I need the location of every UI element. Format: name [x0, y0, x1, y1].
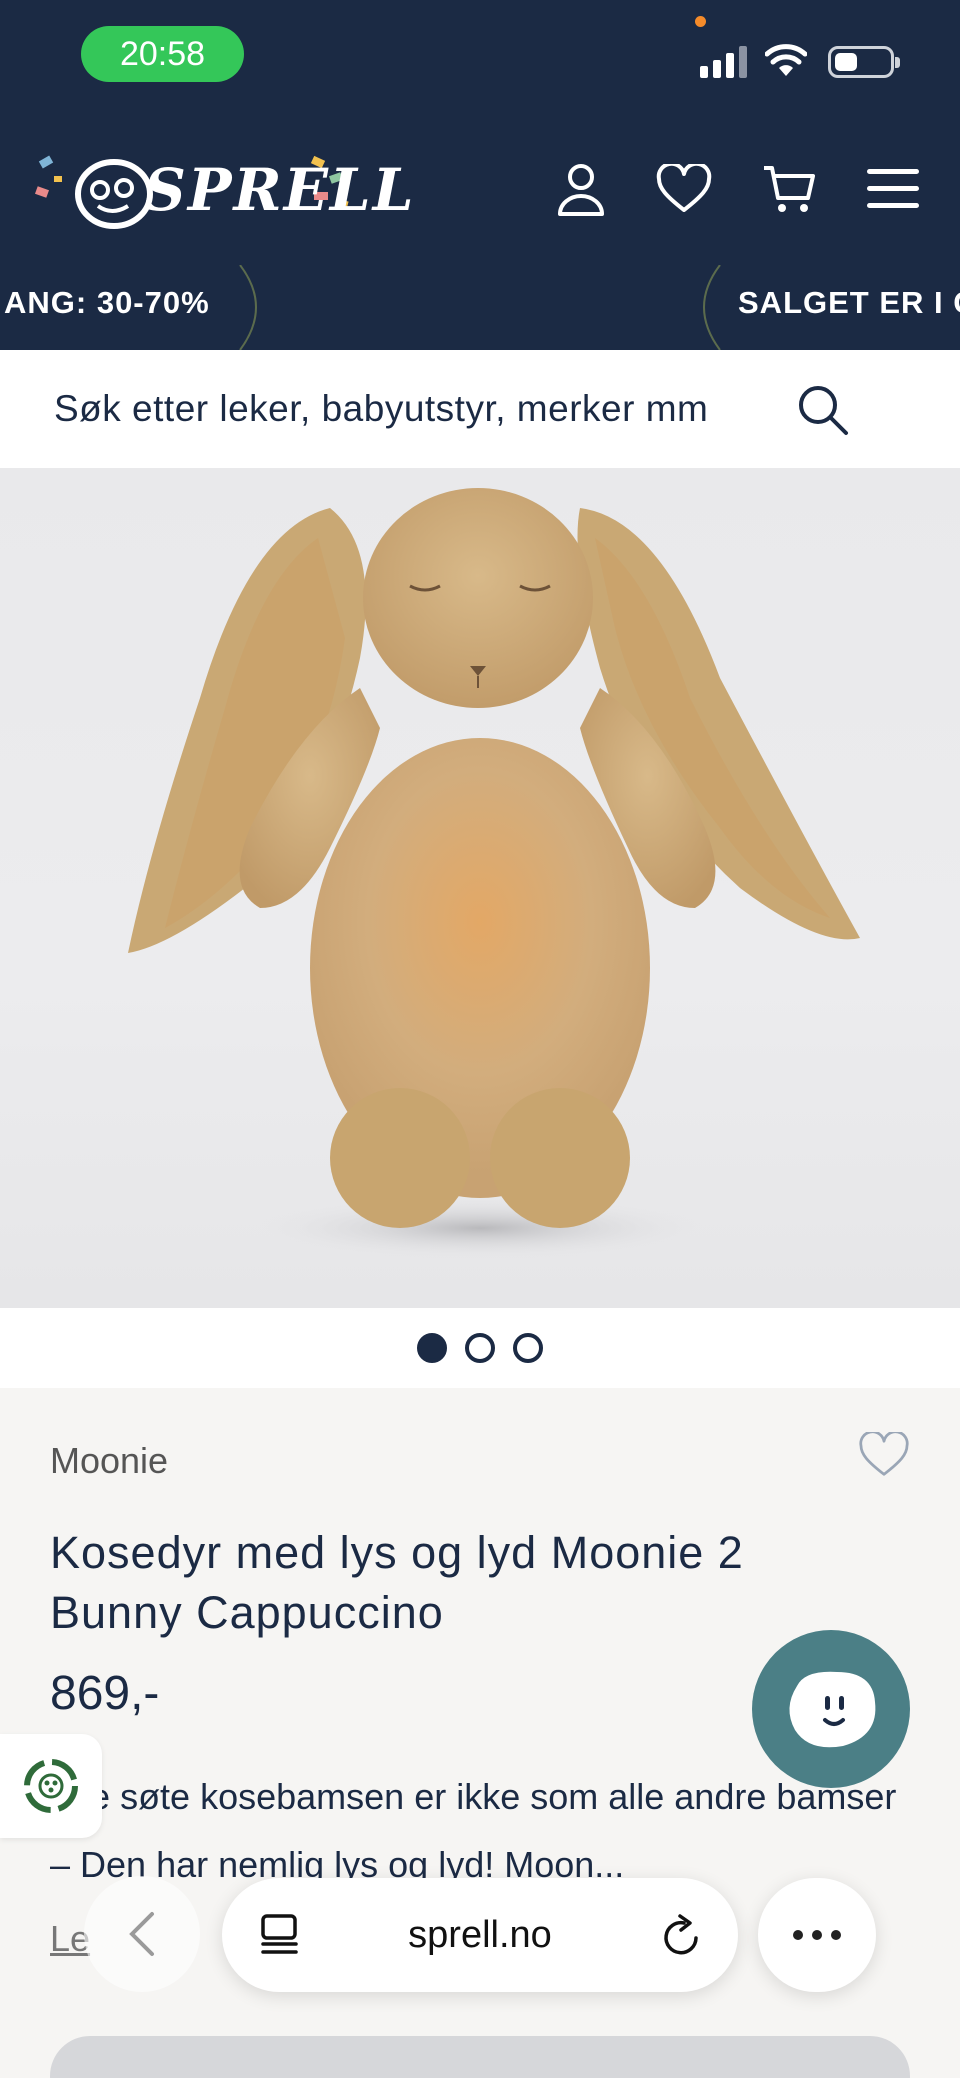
chat-widget-button[interactable]	[752, 1630, 910, 1788]
more-dot	[831, 1930, 841, 1940]
wifi-icon	[765, 44, 807, 76]
product-brand[interactable]: Moonie	[50, 1440, 168, 1482]
browser-address-bar[interactable]: sprell.no	[222, 1878, 738, 1992]
search-icon[interactable]	[796, 383, 850, 437]
browser-back-button[interactable]	[84, 1876, 200, 1992]
search-input[interactable]: Søk etter leker, babyutstyr, merker mm	[54, 388, 708, 430]
add-to-cart-button-partial[interactable]	[50, 2036, 910, 2078]
eco-badge-icon[interactable]	[0, 1734, 102, 1838]
browser-more-button[interactable]	[758, 1878, 876, 1992]
product-photo-bunny	[128, 488, 860, 1260]
chat-face-icon	[789, 1671, 876, 1748]
more-dot	[793, 1930, 803, 1940]
status-time: 20:58	[81, 26, 244, 82]
sprell-logo[interactable]: SPRELL	[34, 148, 413, 236]
product-image-carousel[interactable]	[0, 468, 960, 1308]
privacy-indicator-dot	[695, 16, 706, 27]
battery-icon	[828, 46, 900, 78]
site-header: 20:58 SPRELL ANG: 30-70% SALGET ER I G	[0, 0, 960, 350]
cart-icon[interactable]	[760, 160, 818, 218]
carousel-dot-1[interactable]	[417, 1333, 447, 1363]
wishlist-heart-icon[interactable]	[655, 160, 713, 218]
carousel-dot-3[interactable]	[513, 1333, 543, 1363]
reload-icon[interactable]	[660, 1914, 702, 1958]
logo-wordmark: SPRELL	[144, 156, 416, 224]
menu-icon[interactable]	[864, 160, 922, 218]
back-chevron-icon	[129, 1912, 154, 1956]
promo-separator-arcs	[239, 265, 721, 350]
product-title: Kosedyr med lys og lyd Moonie 2 Bunny Ca…	[50, 1527, 744, 1638]
account-icon[interactable]	[552, 160, 610, 218]
cellular-signal-icon	[700, 46, 747, 78]
carousel-dot-2[interactable]	[465, 1333, 495, 1363]
more-dot	[812, 1930, 822, 1940]
carousel-pagination[interactable]	[0, 1308, 960, 1388]
add-to-favorites-heart-icon[interactable]	[858, 1432, 910, 1478]
product-page: 20:58 SPRELL ANG: 30-70% SALGET ER I G S…	[0, 0, 960, 2078]
product-price: 869,-	[50, 1667, 160, 1720]
